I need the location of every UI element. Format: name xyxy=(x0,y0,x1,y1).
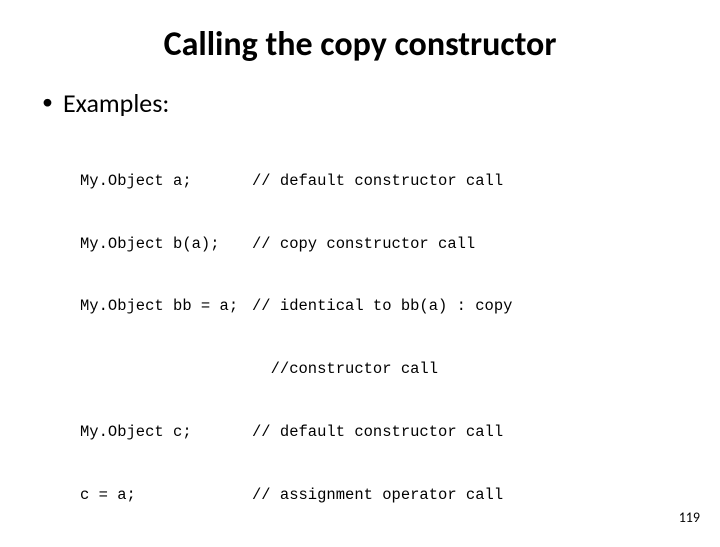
code-line: My.Object c;// default constructor call xyxy=(80,422,690,443)
bullet-text: Examples: xyxy=(63,87,169,119)
code-left: My.Object a; xyxy=(80,171,252,192)
code-left: c = a; xyxy=(80,485,252,506)
code-line: c = a;// assignment operator call xyxy=(80,485,690,506)
code-left: My.Object c; xyxy=(80,422,252,443)
code-line: My.Object bb = a;// identical to bb(a) :… xyxy=(80,296,690,317)
slide: Calling the copy constructor • Examples:… xyxy=(0,0,720,540)
bullet-item: • Examples: xyxy=(42,87,690,119)
code-comment: //constructor call xyxy=(252,359,690,380)
code-line: My.Object b(a);// copy constructor call xyxy=(80,234,690,255)
bullet-dot-icon: • xyxy=(42,91,53,113)
code-comment: // assignment operator call xyxy=(252,485,690,506)
code-line: //constructor call xyxy=(80,359,690,380)
code-left: My.Object b(a); xyxy=(80,234,252,255)
code-left: My.Object bb = a; xyxy=(80,296,252,317)
code-comment: // copy constructor call xyxy=(252,234,690,255)
code-line: My.Object a;// default constructor call xyxy=(80,171,690,192)
code-comment: // default constructor call xyxy=(252,422,690,443)
code-block: My.Object a;// default constructor call … xyxy=(80,129,690,547)
code-left xyxy=(80,359,252,380)
slide-title: Calling the copy constructor xyxy=(30,24,690,65)
code-comment: // identical to bb(a) : copy xyxy=(252,296,690,317)
page-number: 119 xyxy=(679,509,700,526)
code-comment: // default constructor call xyxy=(252,171,690,192)
